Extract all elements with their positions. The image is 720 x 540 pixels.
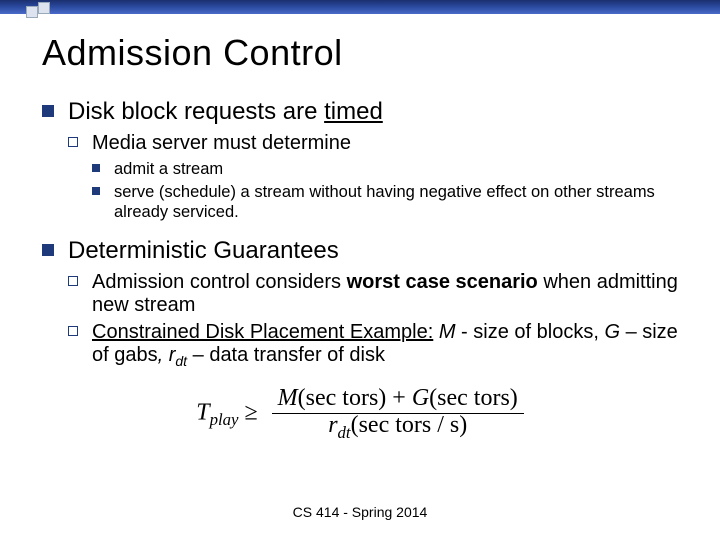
text: Deterministic Guarantees — [68, 237, 339, 264]
lhs-t: T — [196, 399, 209, 425]
var-m: M — [433, 321, 461, 343]
var-r: r — [328, 412, 337, 438]
header-bar — [0, 0, 720, 14]
text: Admission control considers — [92, 271, 347, 293]
var-rdt-sub: dt — [175, 353, 187, 369]
text: (sec tors) — [429, 385, 518, 411]
text-underlined: timed — [324, 98, 383, 125]
var-rdt-sub: dt — [338, 423, 351, 442]
geq: ≥ — [238, 399, 263, 425]
text: Media server must determine — [92, 132, 351, 154]
var-m: M — [278, 385, 298, 411]
formula: Tplay ≥ M(sec tors) + G(sec tors)rdt(sec… — [0, 385, 720, 443]
text-underlined: Constrained Disk Placement Example: — [92, 321, 433, 343]
fraction: M(sec tors) + G(sec tors)rdt(sec tors / … — [272, 385, 524, 443]
sub-bullet-worst-case: Admission control considers worst case s… — [68, 271, 678, 317]
lhs-sub: play — [210, 410, 239, 429]
item-serve: serve (schedule) a stream without having… — [92, 182, 678, 223]
text: (sec tors) + — [298, 385, 412, 411]
text: Disk block requests are — [68, 98, 324, 125]
text: - size of blocks, — [461, 321, 604, 343]
text: (sec tors / s) — [351, 412, 468, 438]
slide-title: Admission Control — [42, 32, 720, 74]
var-g: G — [412, 385, 429, 411]
text-bold: worst case scenario — [347, 271, 538, 293]
var-r: , r — [158, 344, 176, 366]
bullet-deterministic: Deterministic Guarantees Admission contr… — [42, 237, 678, 369]
bullet-disk-requests: Disk block requests are timed Media serv… — [42, 98, 678, 223]
denominator: rdt(sec tors / s) — [322, 410, 473, 438]
sub-bullet-constrained: Constrained Disk Placement Example: M - … — [68, 321, 678, 369]
sub-bullet-media-server: Media server must determine admit a stre… — [68, 132, 678, 223]
footer: CS 414 - Spring 2014 — [0, 504, 720, 520]
text: – data transfer of disk — [187, 344, 385, 366]
item-admit: admit a stream — [92, 159, 678, 180]
var-g: G — [604, 321, 625, 343]
